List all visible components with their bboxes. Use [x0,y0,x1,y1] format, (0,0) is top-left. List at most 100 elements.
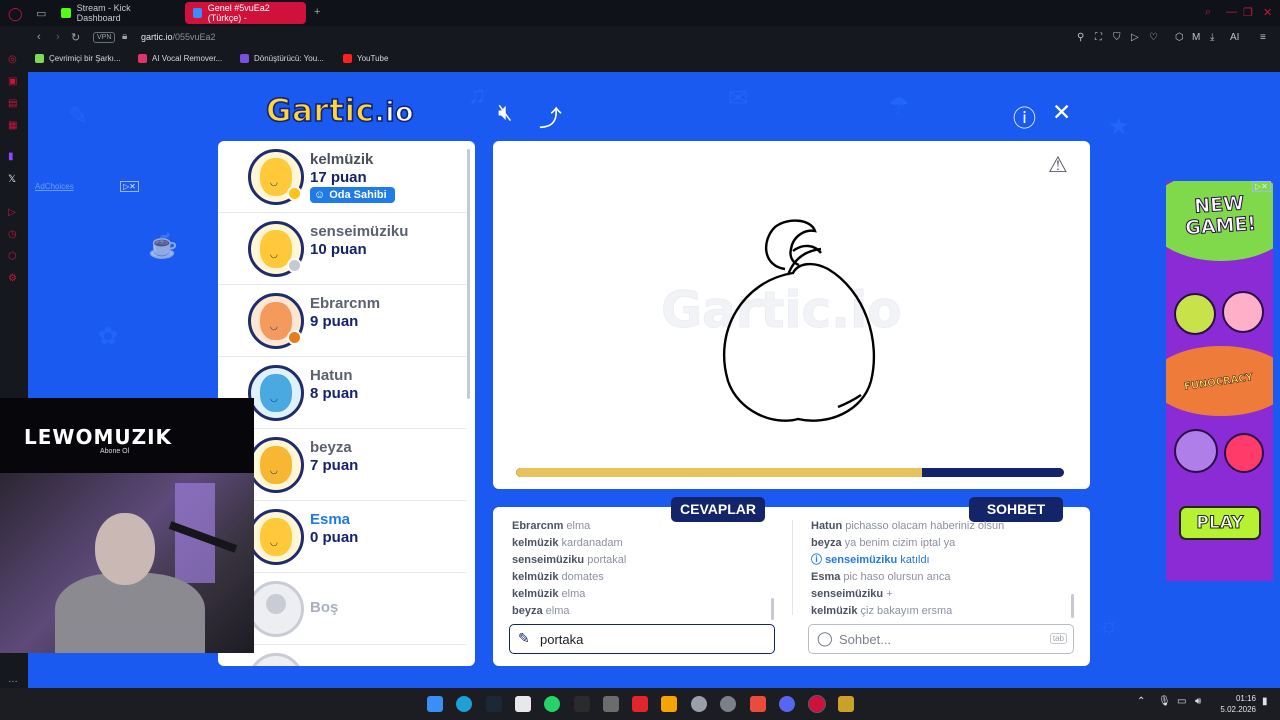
tab-kick-dashboard[interactable]: Stream - Kick Dashboard [53,2,181,24]
minimize-icon[interactable]: — [1226,6,1237,18]
sidebar-player-icon[interactable]: ▷ [8,207,16,218]
chat-input[interactable] [839,630,1039,648]
pin-icon[interactable]: ⚲ [1077,32,1084,43]
whatsapp-icon[interactable] [544,696,560,712]
player-list-scrollbar[interactable] [467,149,470,399]
steam-icon[interactable] [486,696,502,712]
message-text: portakal [587,554,627,566]
list-item: senseimüziku + [811,586,1004,603]
sidebar-more-icon[interactable]: … [8,674,18,685]
player-row[interactable]: ◡ Hatun 8 puan [218,357,466,429]
empty-slot[interactable] [218,645,466,666]
info-icon[interactable]: ⓘ [1013,99,1036,133]
m-extension-icon[interactable]: M [1192,32,1200,43]
bookmark-item[interactable]: YouTube [343,54,388,63]
smile-icon: ◡ [270,465,278,475]
message-user: beyza [811,537,842,549]
sidebar-history-icon[interactable]: ◷ [8,229,17,240]
ad-info-icon[interactable]: ▷✕ [1252,181,1271,192]
player-row[interactable]: ◡ senseimüziku 10 puan [218,213,466,285]
chat-input-box[interactable]: ◯ tab [808,624,1074,654]
settings-app-icon[interactable] [720,696,736,712]
new-tab-icon[interactable]: + [314,6,320,18]
bookmark-item[interactable]: Çevrimiçi bir Şarkı... [35,54,121,63]
discord-icon[interactable] [779,696,795,712]
taskbar-clock[interactable]: 01:16 5.02.2026 [1216,693,1256,715]
app-icon[interactable] [661,696,677,712]
app-icon[interactable] [750,696,766,712]
vpn-badge[interactable]: VPN [93,32,116,43]
ad-play-button[interactable]: PLAY [1179,506,1261,540]
sidebar-pinboard-icon[interactable]: ⬡ [8,251,17,262]
sidebar-x-icon[interactable]: 𝕏 [8,174,16,185]
sidebar-messenger-icon[interactable]: ▤ [8,98,17,109]
background-doodle-icon: ✿ [98,323,119,350]
player-row[interactable]: ◡ beyza 7 puan [218,429,466,501]
start-icon[interactable] [427,696,443,712]
lock-icon[interactable]: 🔒︎ [122,31,127,42]
app-icon[interactable] [838,696,854,712]
opera-logo-icon[interactable]: ◯ [8,6,23,22]
player-points: 0 puan [310,529,359,546]
shield-icon[interactable]: ⛉ [1113,32,1121,43]
app-icon[interactable] [603,696,619,712]
back-icon[interactable]: ‹ [37,31,41,43]
volume-icon[interactable]: 🔊︎ [1195,696,1201,707]
mute-icon[interactable]: 🔇︎ [498,99,513,126]
opera-gx-icon[interactable] [808,695,826,713]
empty-slot[interactable]: Boş [218,573,466,645]
close-window-icon[interactable]: ✕ [1263,6,1272,19]
sidebar-wallet-icon[interactable]: ▣ [8,76,17,87]
ad-info-icon[interactable]: ▷✕ [120,181,139,192]
extensions-icon[interactable]: ⬡ [1175,32,1184,43]
exit-icon[interactable]: ✕ [1052,99,1071,126]
tab-answers[interactable]: CEVAPLAR [671,497,765,522]
player-row[interactable]: ◡ Esma 0 puan [218,501,466,573]
player-row[interactable]: ◡ Ebrarcnm 9 puan [218,285,466,357]
store-icon[interactable] [515,696,531,712]
answers-scrollbar[interactable] [771,598,774,620]
search-icon[interactable]: ⌕ [1205,6,1211,19]
answer-input-box[interactable]: ✎ [509,624,775,654]
notifications-icon[interactable]: ▮ [1262,696,1268,707]
bookmark-item[interactable]: AI Vocal Remover... [138,54,222,63]
share-icon[interactable]: ⤴ [539,99,562,133]
sidebar-aria-icon[interactable]: ◎ [8,54,17,65]
side-advertisement[interactable]: NEW GAME! FUNOCRACY PLAY [1166,181,1273,581]
reload-icon[interactable]: ↻ [71,31,80,44]
player-points: 8 puan [310,385,359,402]
forward-icon[interactable]: › [56,31,60,43]
epic-games-icon[interactable] [574,696,590,712]
chat-scrollbar[interactable] [1071,594,1074,618]
record-app-icon[interactable] [632,696,648,712]
edge-icon[interactable] [456,696,472,712]
tab-menu-icon[interactable]: ▭ [36,7,46,20]
character-icon [1174,429,1218,473]
play-icon[interactable]: ▷ [1131,32,1139,43]
snapshot-icon[interactable]: ⛶ [1095,32,1102,43]
list-item: Ebrarcnm elma [512,518,626,535]
sidebar-news-icon[interactable]: ▦ [8,120,17,131]
maximize-icon[interactable]: ❐ [1243,6,1253,19]
menu-icon[interactable]: ≡ [1260,32,1266,43]
sidebar-settings-icon[interactable]: ⚙ [8,273,17,284]
sidebar-twitch-icon[interactable]: ▮ [8,151,14,162]
gartic-logo[interactable]: Gartic.io [265,92,414,130]
url-field[interactable]: gartic.io/055vuEa2 [141,32,216,42]
download-icon[interactable]: ⤓ [1210,32,1214,43]
tab-gartic[interactable]: Genel #5vuEa2 (Türkçe) - [185,2,306,24]
drawing-canvas[interactable]: Gartic.io ⚠ [493,141,1090,489]
panel-divider [792,520,793,615]
heart-icon[interactable]: ♡ [1149,32,1158,43]
adchoices-link[interactable]: AdChoices [35,182,74,191]
player-row[interactable]: ◡ kelmüzik 17 puan ☺ Oda Sahibi [218,141,466,213]
mic-tray-icon[interactable]: 🎙︎ [1158,696,1171,707]
network-icon[interactable]: ▭ [1177,696,1186,707]
report-warning-icon[interactable]: ⚠ [1048,152,1068,178]
bookmark-item[interactable]: Dönüştürücü: You... [240,54,324,63]
answer-input[interactable] [540,630,760,648]
tray-chevron-icon[interactable]: ⌃ [1137,696,1145,707]
smile-icon: ◡ [270,177,278,187]
app-icon[interactable] [691,696,707,712]
ai-icon[interactable]: AI [1230,32,1239,43]
